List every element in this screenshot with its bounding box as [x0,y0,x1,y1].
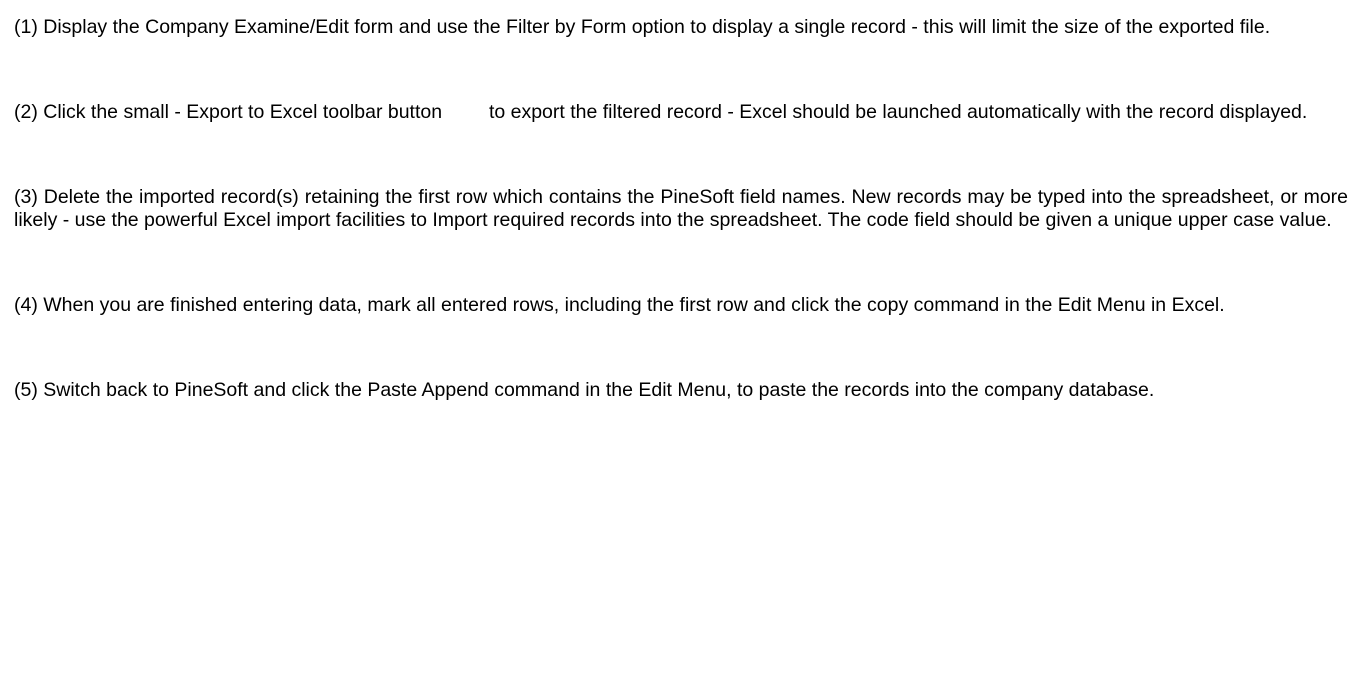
step-4: (4) When you are finished entering data,… [14,294,1225,316]
instructions-document: (1) Display the Company Examine/Edit for… [14,16,1348,402]
step-3: (3) Delete the imported record(s) retain… [14,186,1348,231]
step-2-text-before: (2) Click the small - Export to Excel to… [14,101,443,123]
step-2: (2) Click the small - Export to Excel to… [14,101,1348,124]
export-to-excel-icon [448,117,484,118]
step-1: (1) Display the Company Examine/Edit for… [14,16,1271,38]
step-2-text-after: to export the filtered record - Excel sh… [488,101,1308,123]
step-5: (5) Switch back to PineSoft and click th… [14,379,1155,401]
